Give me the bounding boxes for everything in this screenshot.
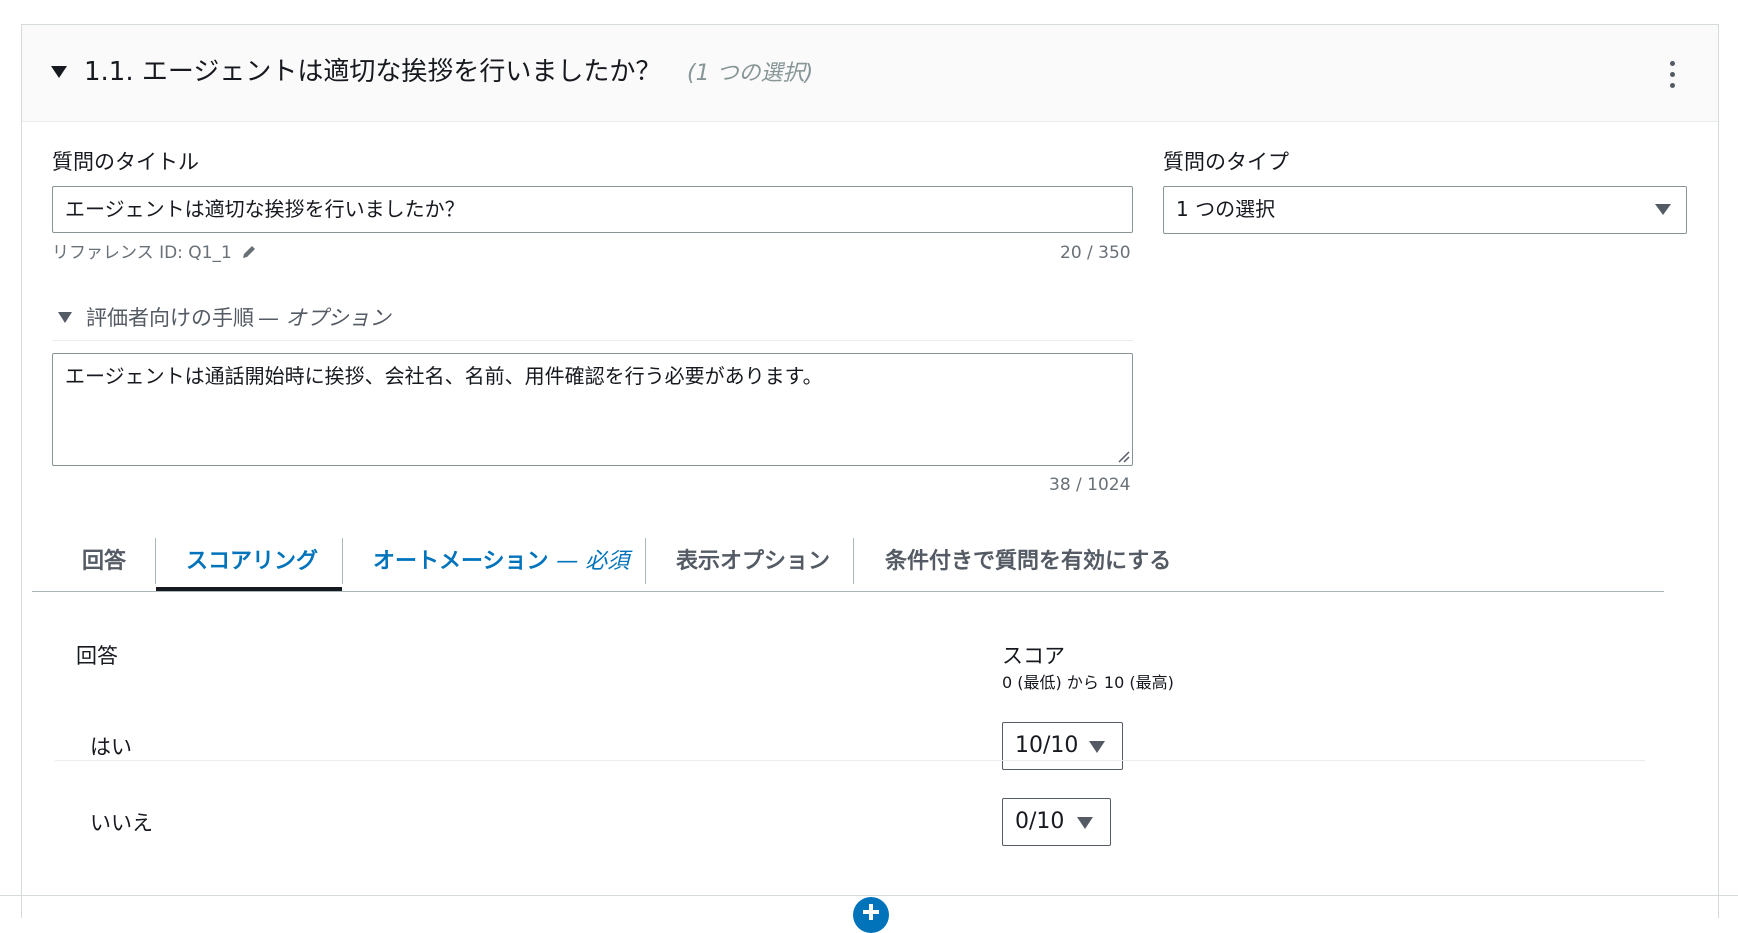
tab-separator <box>155 538 156 584</box>
caret-down-icon <box>1077 817 1093 829</box>
answer-no: いいえ <box>90 811 153 835</box>
question-header[interactable]: 1.1. エージェントは適切な挨拶を行いましたか？ (1 つの選択) <box>22 25 1718 122</box>
title-char-count: 20 / 350 <box>1060 243 1131 263</box>
instructions-text: エージェントは通話開始時に挨拶、会社名、名前、用件確認を行う必要があります。 <box>65 364 823 388</box>
caret-down-icon[interactable] <box>51 66 67 78</box>
reference-id-text: リファレンス ID: Q1_1 <box>52 243 232 263</box>
score-value-yes: 10/10 <box>1015 733 1079 758</box>
divider <box>52 340 1133 341</box>
tab-scoring[interactable]: スコアリング <box>186 540 318 584</box>
tab-display-options[interactable]: 表示オプション <box>676 540 830 584</box>
tab-automation-required: — 必須 <box>556 549 630 574</box>
reference-id: リファレンス ID: Q1_1 <box>52 242 257 264</box>
caret-down-icon <box>58 312 72 323</box>
score-range-hint: 0 (最低) から 10 (最高) <box>1002 673 1174 692</box>
caret-down-icon <box>1655 204 1671 215</box>
tab-automation-label: オートメーション <box>373 549 549 574</box>
question-title-input[interactable]: エージェントは適切な挨拶を行いましたか？ <box>52 186 1133 233</box>
instructions-char-count: 38 / 1024 <box>1049 475 1131 495</box>
tab-conditional[interactable]: 条件付きで質問を有効にする <box>885 540 1171 584</box>
question-type-select[interactable]: 1 つの選択 <box>1163 186 1687 234</box>
instructions-optional: — オプション <box>258 306 391 330</box>
tab-separator <box>342 538 343 584</box>
tab-automation[interactable]: オートメーション — 必須 <box>373 540 629 584</box>
score-select-yes[interactable]: 10/10 <box>1002 722 1123 770</box>
instructions-label: 評価者向けの手順 <box>86 306 254 330</box>
add-icon[interactable] <box>853 897 889 933</box>
tab-answers[interactable]: 回答 <box>82 540 126 584</box>
answer-column-header: 回答 <box>76 644 118 668</box>
question-type-label: 質問のタイプ <box>1163 150 1289 174</box>
question-type-hint: (1 つの選択) <box>687 61 814 86</box>
section-divider <box>0 895 1738 896</box>
instructions-textarea[interactable]: エージェントは通話開始時に挨拶、会社名、名前、用件確認を行う必要があります。 <box>52 353 1133 466</box>
table-row-divider <box>55 760 1645 761</box>
pencil-icon[interactable] <box>241 244 257 260</box>
answer-yes: はい <box>90 735 132 759</box>
question-title-heading: 1.1. エージェントは適切な挨拶を行いましたか？ <box>84 57 662 87</box>
score-select-no[interactable]: 0/10 <box>1002 798 1111 846</box>
question-title-label: 質問のタイトル <box>52 150 199 174</box>
resize-grip-icon[interactable] <box>1116 449 1130 463</box>
caret-down-icon <box>1089 741 1105 753</box>
tab-separator <box>645 538 646 584</box>
tabs-divider <box>32 591 1664 592</box>
question-type-value: 1 つの選択 <box>1176 197 1276 221</box>
score-value-no: 0/10 <box>1015 809 1065 834</box>
question-panel: 1.1. エージェントは適切な挨拶を行いましたか？ (1 つの選択) <box>21 24 1719 918</box>
tab-separator <box>853 538 854 584</box>
score-column-header: スコア <box>1002 644 1065 668</box>
kebab-menu-icon[interactable] <box>1662 61 1682 91</box>
